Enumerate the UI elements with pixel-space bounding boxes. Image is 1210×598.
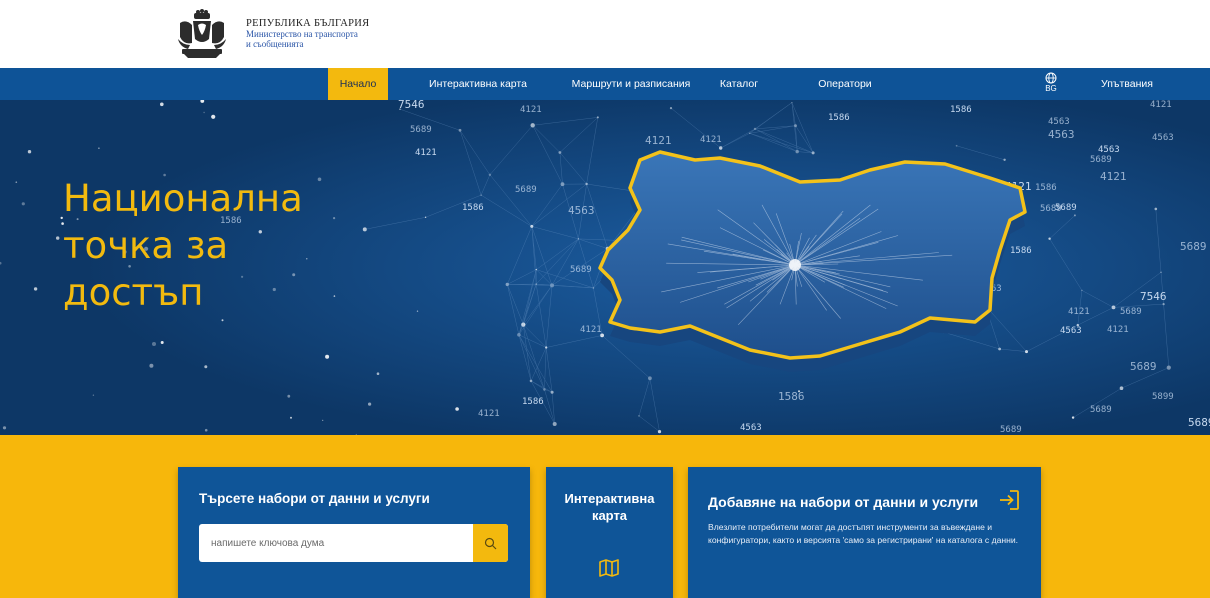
floating-number: 4563 (1048, 128, 1075, 141)
add-datasets-card[interactable]: Добавяне на набори от данни и услуги Вле… (688, 467, 1041, 598)
network-node (368, 402, 372, 406)
site-header: РЕПУБЛИКА БЪЛГАРИЯ Министерство на транс… (0, 0, 1210, 68)
main-navigation: Начало Интерактивна карта Маршрути и раз… (0, 68, 1210, 100)
network-node (160, 102, 164, 107)
interactive-map-card-title: Интерактивна карта (564, 491, 655, 523)
floating-number: 1586 (1010, 246, 1032, 256)
floating-number: 5689 (1090, 405, 1112, 415)
network-node (2, 426, 7, 430)
floating-number: 4121 (1100, 170, 1127, 183)
floating-number: 4563 (1152, 133, 1174, 143)
floating-number: 5689 (1188, 416, 1210, 429)
floating-number: 1586 (522, 397, 544, 407)
nav-item-help[interactable]: Упътвания (1090, 68, 1164, 100)
nav-item-home[interactable]: Начало (328, 68, 388, 100)
search-input[interactable] (199, 524, 469, 562)
add-datasets-card-title: Добавяне на набори от данни и услуги (708, 494, 979, 510)
search-button[interactable] (473, 524, 508, 562)
network-node (33, 287, 38, 291)
floating-number: 7546 (398, 100, 425, 111)
globe-icon (1045, 72, 1057, 84)
search-card-title: Търсете набори от данни и услуги (199, 491, 430, 506)
floating-number: 4121 (1107, 325, 1129, 335)
floating-number: 1586 (1035, 183, 1057, 193)
floating-number: 1586 (778, 390, 805, 403)
login-arrow-icon[interactable] (998, 489, 1020, 511)
floating-number: 5689 (1000, 425, 1022, 435)
map-icon (599, 559, 619, 577)
language-switcher[interactable]: BG (1036, 72, 1066, 98)
network-node (203, 111, 205, 114)
network-node (376, 372, 380, 376)
language-code: BG (1045, 84, 1057, 93)
network-node (325, 354, 330, 359)
nav-item-catalog[interactable]: Каталог (714, 68, 764, 100)
floating-number: 7546 (1140, 290, 1167, 303)
floating-number: 4121 (700, 135, 722, 145)
network-node (416, 310, 419, 312)
hero-title: Национална точка за достъп (63, 175, 343, 316)
floating-number: 4563 (740, 423, 762, 433)
network-node (204, 365, 208, 369)
ministry-title-line2: и съобщенията (246, 39, 304, 49)
floating-number: 4121 (478, 409, 500, 419)
network-node (98, 147, 100, 149)
floating-number: 1586 (462, 203, 484, 213)
network-node (287, 394, 291, 398)
floating-number: 4121 (580, 325, 602, 335)
network-node (92, 394, 95, 396)
floating-number: 4563 (1060, 326, 1082, 336)
network-node (322, 419, 324, 421)
floating-number: 1586 (828, 113, 850, 123)
network-node (56, 236, 60, 240)
floating-number: 5689 (1180, 240, 1207, 253)
nav-item-operators[interactable]: Оператори (812, 68, 878, 100)
network-node (149, 363, 154, 368)
nav-item-routes-schedules[interactable]: Маршрути и разписания (566, 68, 696, 100)
floating-number: 5689 (410, 125, 432, 135)
floating-number: 4121 (1150, 100, 1172, 110)
floating-number: 5689 (1055, 203, 1077, 213)
network-node (290, 416, 292, 419)
floating-number: 1586 (950, 105, 972, 115)
network-node (211, 114, 216, 119)
floating-number: 5689 (1130, 360, 1157, 373)
floating-number: 4121 (520, 105, 542, 115)
bulgarian-coat-of-arms-icon[interactable] (174, 9, 230, 59)
interactive-map-card[interactable]: Интерактивна карта (546, 467, 673, 598)
add-datasets-description: Влезлите потребители могат да достъпят и… (708, 522, 1019, 545)
network-node (204, 428, 208, 432)
hero-banner: 7546 5689 4121 4121 4121 4121 1586 4563 4563 4563… (0, 100, 1210, 435)
network-node (152, 342, 156, 346)
nav-item-interactive-map[interactable]: Интерактивна карта (418, 68, 538, 100)
floating-number: 4121 (1068, 307, 1090, 317)
floating-number: 5689 (570, 265, 592, 275)
floating-number: 5899 (1152, 392, 1174, 402)
search-card: Търсете набори от данни и услуги (178, 467, 530, 598)
network-node (27, 150, 32, 154)
network-node (21, 202, 25, 206)
floating-number: 4563 (568, 204, 595, 217)
floating-number: 5689 (1120, 307, 1142, 317)
network-node (160, 341, 164, 344)
floating-number: 4563 (1048, 117, 1070, 127)
floating-number: 5689 (1090, 155, 1112, 165)
search-box (199, 524, 508, 562)
network-node (455, 407, 459, 411)
hero-title-line1: Национална (63, 177, 303, 220)
floating-number: 5689 (515, 185, 537, 195)
hero-title-line2: точка за (63, 224, 229, 267)
network-node (15, 181, 18, 183)
floating-number: 4121 (645, 134, 672, 147)
ministry-name: РЕПУБЛИКА БЪЛГАРИЯ Министерство на транс… (246, 18, 370, 49)
search-icon (484, 537, 497, 549)
network-node (221, 319, 224, 322)
floating-number: 4563 (1098, 145, 1120, 155)
ministry-country: РЕПУБЛИКА БЪЛГАРИЯ (246, 18, 370, 29)
hero-title-line3: достъп (63, 271, 204, 314)
ministry-title-line1: Министерство на транспорта (246, 29, 358, 39)
floating-number: 4121 (415, 148, 437, 158)
